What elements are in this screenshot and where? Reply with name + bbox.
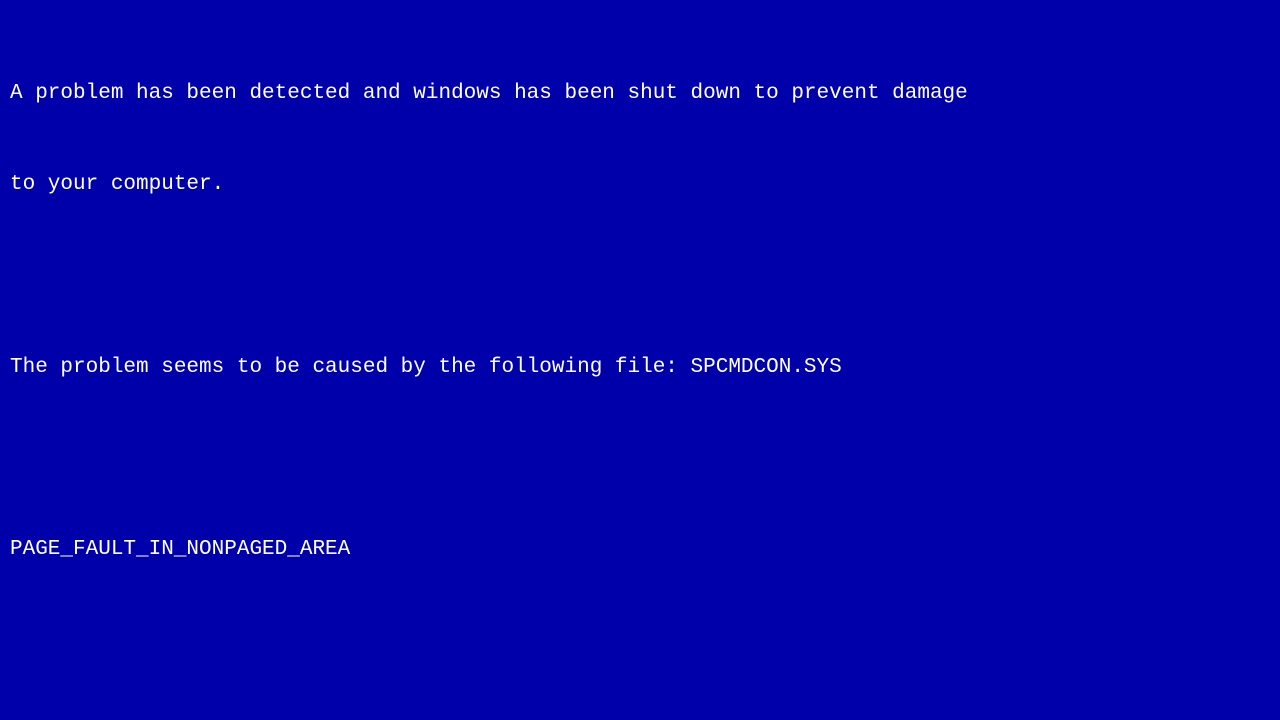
bsod-line-4: The problem seems to be caused by the fo…	[10, 353, 1270, 383]
bsod-line-5	[10, 444, 1270, 474]
bsod-line-2: to your computer.	[10, 170, 1270, 200]
bsod-screen: A problem has been detected and windows …	[0, 0, 1280, 720]
bsod-line-6: PAGE_FAULT_IN_NONPAGED_AREA	[10, 535, 1270, 565]
bsod-line-3	[10, 262, 1270, 292]
bsod-line-7	[10, 627, 1270, 657]
bsod-line-1: A problem has been detected and windows …	[10, 79, 1270, 109]
